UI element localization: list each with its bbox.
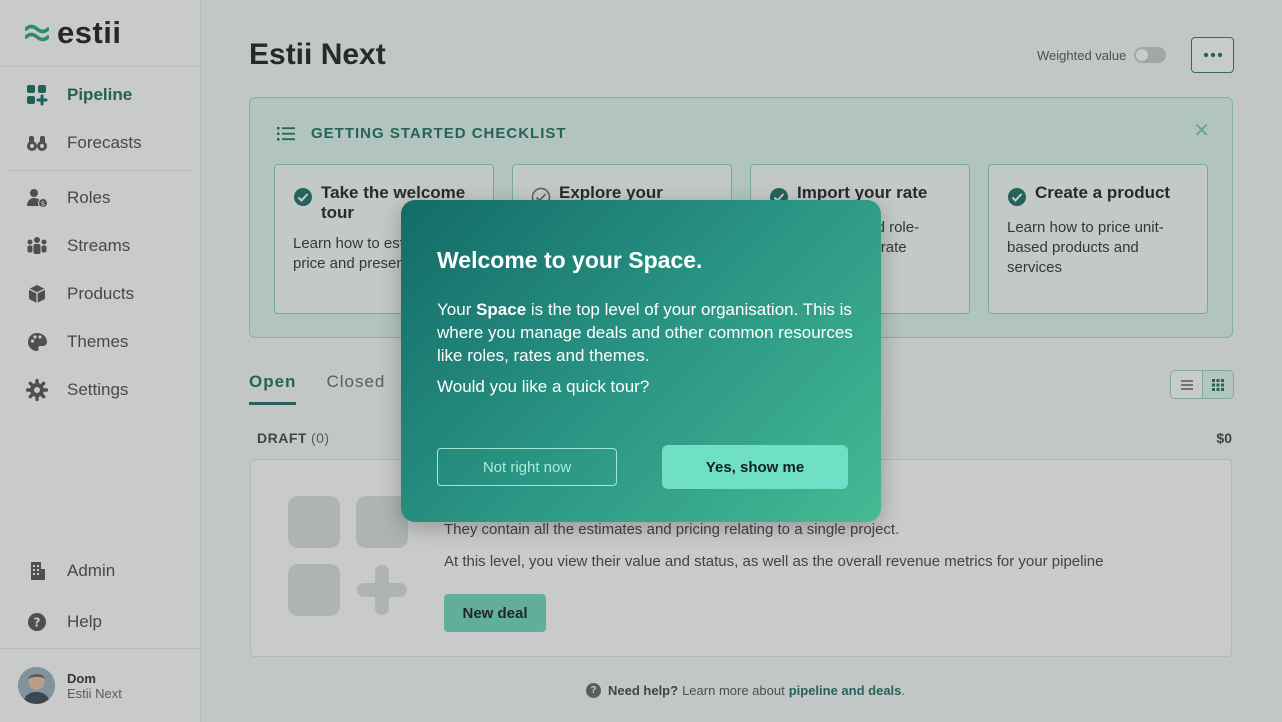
welcome-modal: Welcome to your Space. Your Space is the…: [401, 200, 881, 522]
modal-title-bold: Space: [628, 247, 697, 273]
modal-body: Your Space is the top level of your orga…: [437, 298, 857, 367]
modal-title: Welcome to your Space.: [437, 247, 702, 274]
modal-body-bold: Space: [476, 300, 527, 319]
modal-question: Would you like a quick tour?: [437, 377, 650, 396]
modal-title-pre: Welcome to your: [437, 247, 629, 273]
modal-title-post: .: [696, 247, 703, 273]
not-right-now-button[interactable]: Not right now: [437, 448, 617, 486]
modal-body-pre: Your: [437, 300, 477, 319]
yes-show-me-button[interactable]: Yes, show me: [662, 445, 848, 489]
